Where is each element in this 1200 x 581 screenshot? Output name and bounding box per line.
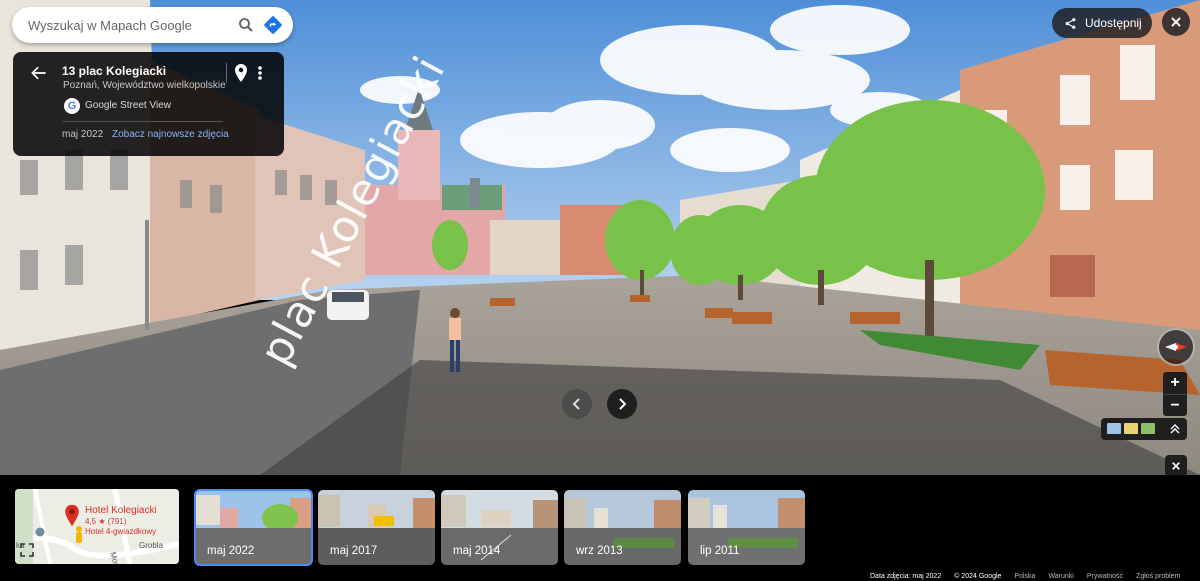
location-pin-icon[interactable] bbox=[233, 63, 249, 83]
place-rating: 4,5 ★ (791) bbox=[85, 517, 127, 526]
close-timeline-button[interactable] bbox=[1165, 455, 1187, 477]
layer-switcher[interactable] bbox=[1101, 418, 1187, 440]
place-type: Hotel 4-gwiazdkowy bbox=[85, 527, 157, 536]
fullscreen-icon[interactable] bbox=[20, 543, 36, 559]
pegman-icon bbox=[76, 526, 82, 543]
close-button[interactable] bbox=[1162, 8, 1190, 36]
search-icon[interactable] bbox=[235, 14, 257, 36]
mini-map[interactable]: Hotel Kolegiacki 4,5 ★ (791) Hotel 4-gwi… bbox=[15, 489, 179, 564]
share-label: Udostępnij bbox=[1085, 16, 1142, 30]
location-title: 13 plac Kolegiacki bbox=[62, 64, 167, 78]
report-problem-link[interactable]: Zgłoś problem bbox=[1136, 573, 1180, 580]
timeline-date-label: maj 2014 bbox=[453, 545, 501, 557]
timeline-photo-2011[interactable]: lip 2011 bbox=[688, 490, 805, 565]
previous-photo-button[interactable] bbox=[562, 389, 592, 419]
search-box[interactable] bbox=[12, 7, 293, 43]
layer-thumb[interactable] bbox=[1141, 423, 1155, 434]
photo-date: Data zdjęcia: maj 2022 bbox=[870, 572, 942, 580]
location-subtitle: Poznań, Województwo wielkopolskie bbox=[63, 80, 226, 91]
copyright: © 2024 Google bbox=[954, 572, 1002, 580]
google-logo-icon: G bbox=[64, 98, 80, 114]
location-info-card: 13 plac Kolegiacki Poznań, Województwo w… bbox=[13, 52, 284, 156]
timeline-date-label: maj 2017 bbox=[330, 545, 378, 557]
timeline-photo-2013[interactable]: wrz 2013 bbox=[564, 490, 681, 565]
terms-link[interactable]: Warunki bbox=[1048, 573, 1073, 580]
timeline-date-label: maj 2022 bbox=[207, 545, 255, 557]
more-vert-icon[interactable] bbox=[255, 63, 265, 83]
capture-date: maj 2022 bbox=[62, 129, 104, 140]
country-link[interactable]: Polska bbox=[1014, 573, 1035, 580]
search-input[interactable] bbox=[28, 17, 218, 33]
timeline-date-label: wrz 2013 bbox=[576, 545, 623, 557]
divider bbox=[63, 121, 223, 122]
chevron-right-icon bbox=[619, 398, 627, 410]
timeline-photo-2017[interactable]: maj 2017 bbox=[318, 490, 435, 565]
zoom-out-button[interactable]: − bbox=[1163, 394, 1187, 416]
share-button[interactable]: Udostępnij bbox=[1052, 8, 1152, 38]
zoom-in-button[interactable]: + bbox=[1163, 372, 1187, 394]
place-name: Hotel Kolegiacki bbox=[85, 505, 157, 516]
next-photo-button[interactable] bbox=[607, 389, 637, 419]
privacy-link[interactable]: Prywatność bbox=[1087, 573, 1123, 580]
see-newest-link[interactable]: Zobacz najnowsze zdjęcia bbox=[112, 129, 229, 140]
timeline-photo-2022[interactable]: maj 2022 bbox=[194, 489, 313, 566]
timeline-photo-2014[interactable]: maj 2014 bbox=[441, 490, 558, 565]
layer-thumb[interactable] bbox=[1124, 423, 1138, 434]
chevron-left-icon bbox=[572, 398, 580, 410]
timeline-strip: Hotel Kolegiacki 4,5 ★ (791) Hotel 4-gwi… bbox=[0, 475, 1200, 581]
compass-icon[interactable] bbox=[1157, 328, 1195, 366]
info-pin-icon bbox=[35, 527, 45, 537]
back-arrow-icon[interactable] bbox=[29, 63, 49, 83]
divider bbox=[226, 63, 227, 83]
close-icon bbox=[1171, 17, 1181, 27]
chevron-up-icon bbox=[1170, 424, 1180, 434]
directions-icon[interactable] bbox=[262, 14, 284, 36]
source-label: Google Street View bbox=[85, 100, 171, 111]
close-icon bbox=[1172, 462, 1180, 470]
street-view-app: plac Kolegiacki 13 plac Kolegiacki Pozna… bbox=[0, 0, 1200, 581]
layer-thumb[interactable] bbox=[1107, 423, 1121, 434]
footer-bar: Data zdjęcia: maj 2022 © 2024 Google Pol… bbox=[870, 571, 1193, 581]
street-label: Grobla bbox=[139, 541, 164, 550]
share-icon bbox=[1065, 17, 1076, 29]
timeline-date-label: lip 2011 bbox=[700, 545, 740, 557]
